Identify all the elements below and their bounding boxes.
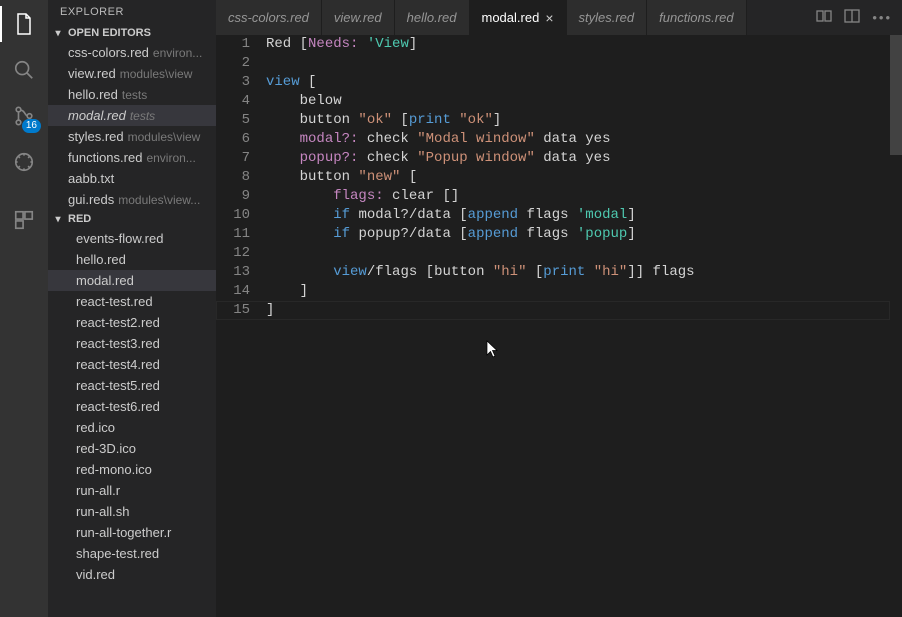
open-editors-header[interactable]: ▾ OPEN EDITORS <box>48 24 216 42</box>
file-tree-item[interactable]: run-all-together.r <box>48 522 216 543</box>
open-editor-item[interactable]: modal.redtests <box>48 105 216 126</box>
scm-badge: 16 <box>22 119 41 133</box>
open-editor-item[interactable]: hello.redtests <box>48 84 216 105</box>
open-editor-item[interactable]: view.redmodules\view <box>48 63 216 84</box>
file-tree-item[interactable]: red.ico <box>48 417 216 438</box>
file-tree-item[interactable]: react-test4.red <box>48 354 216 375</box>
file-tree-item[interactable]: react-test5.red <box>48 375 216 396</box>
tab-bar: css-colors.redview.redhello.redmodal.red… <box>216 0 902 35</box>
editor-area: css-colors.redview.redhello.redmodal.red… <box>216 0 902 617</box>
file-tree-item[interactable]: run-all.r <box>48 480 216 501</box>
file-tree-item[interactable]: react-test.red <box>48 291 216 312</box>
compare-icon[interactable] <box>816 8 832 27</box>
chevron-down-icon: ▾ <box>52 214 64 225</box>
chevron-down-icon: ▾ <box>52 28 64 39</box>
split-editor-icon[interactable] <box>844 8 860 27</box>
code-content[interactable]: Red [Needs: 'View] view [ below button "… <box>266 35 902 617</box>
open-editors-label: OPEN EDITORS <box>68 27 151 39</box>
extensions-icon[interactable] <box>10 206 38 234</box>
file-tree-item[interactable]: shape-test.red <box>48 543 216 564</box>
code-editor[interactable]: 123456789101112131415 Red [Needs: 'View]… <box>216 35 902 617</box>
line-number-gutter: 123456789101112131415 <box>216 35 266 617</box>
vertical-scrollbar[interactable] <box>890 0 902 617</box>
explorer-icon[interactable] <box>10 10 38 38</box>
open-editor-item[interactable]: css-colors.redenviron... <box>48 42 216 63</box>
workspace-header[interactable]: ▾ RED <box>48 210 216 228</box>
file-tree-item[interactable]: vid.red <box>48 564 216 585</box>
file-tree-item[interactable]: red-mono.ico <box>48 459 216 480</box>
editor-tab[interactable]: styles.red <box>567 0 648 35</box>
open-editor-item[interactable]: gui.redsmodules\view... <box>48 189 216 210</box>
workspace-file-list: events-flow.redhello.redmodal.redreact-t… <box>48 228 216 585</box>
file-tree-item[interactable]: run-all.sh <box>48 501 216 522</box>
file-tree-item[interactable]: modal.red <box>48 270 216 291</box>
file-tree-item[interactable]: red-3D.ico <box>48 438 216 459</box>
open-editor-item[interactable]: styles.redmodules\view <box>48 126 216 147</box>
source-control-icon[interactable]: 16 <box>10 102 38 130</box>
debug-icon[interactable] <box>10 148 38 176</box>
explorer-sidebar: EXPLORER ▾ OPEN EDITORS css-colors.reden… <box>48 0 216 617</box>
editor-tab[interactable]: css-colors.red <box>216 0 322 35</box>
editor-tab[interactable]: modal.red× <box>470 0 567 35</box>
tab-actions: ••• <box>806 0 902 35</box>
sidebar-title: EXPLORER <box>48 0 216 24</box>
open-editor-item[interactable]: aabb.txt <box>48 168 216 189</box>
file-tree-item[interactable]: events-flow.red <box>48 228 216 249</box>
scroll-thumb[interactable] <box>890 35 902 155</box>
workspace-label: RED <box>68 213 91 225</box>
file-tree-item[interactable]: react-test6.red <box>48 396 216 417</box>
file-tree-item[interactable]: hello.red <box>48 249 216 270</box>
close-icon[interactable]: × <box>545 10 553 26</box>
editor-tab[interactable]: hello.red <box>395 0 470 35</box>
open-editor-item[interactable]: functions.redenviron... <box>48 147 216 168</box>
file-tree-item[interactable]: react-test2.red <box>48 312 216 333</box>
editor-tab[interactable]: functions.red <box>647 0 746 35</box>
editor-tab[interactable]: view.red <box>322 0 395 35</box>
open-editors-list: css-colors.redenviron...view.redmodules\… <box>48 42 216 210</box>
activity-bar: 16 <box>0 0 48 617</box>
search-icon[interactable] <box>10 56 38 84</box>
file-tree-item[interactable]: react-test3.red <box>48 333 216 354</box>
